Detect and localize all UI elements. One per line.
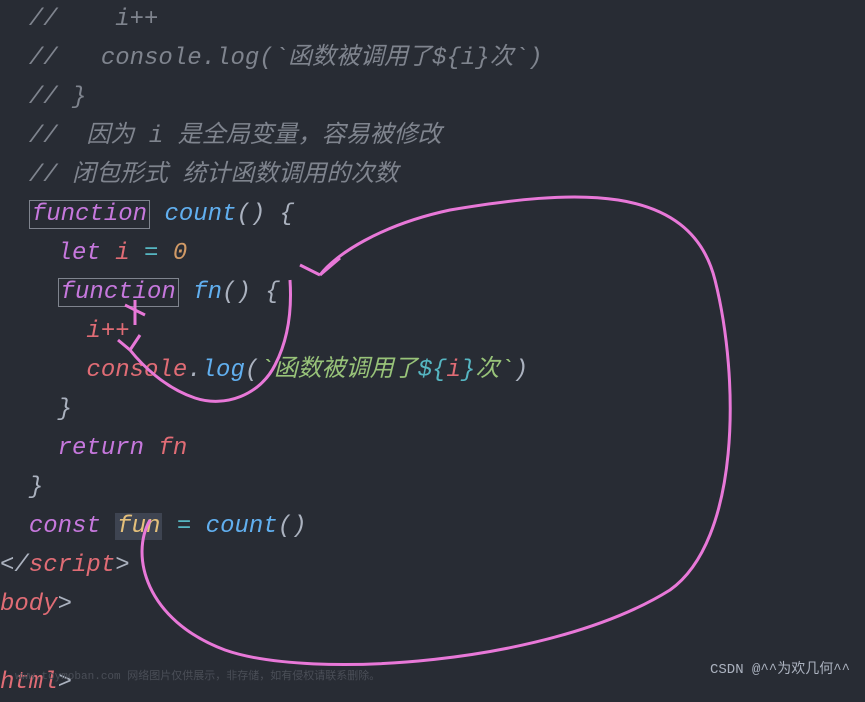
brace: { xyxy=(265,201,294,228)
brace-close: } xyxy=(29,474,43,501)
equals: = xyxy=(177,513,191,540)
log-method: log xyxy=(202,357,245,384)
code-line: // 闭包形式 统计函数调用的次数 xyxy=(0,156,865,195)
console-obj: console xyxy=(86,357,187,384)
keyword-return: return xyxy=(58,435,144,462)
increment: i++ xyxy=(86,318,129,345)
code-line: body> xyxy=(0,585,865,624)
code-line: // i++ xyxy=(0,0,865,39)
code-line: } xyxy=(0,390,865,429)
comment-text: // console.log(`函数被调用了${i}次`) xyxy=(29,45,543,72)
code-line: const fun = count() xyxy=(0,507,865,546)
code-line: function fn() { xyxy=(0,273,865,312)
code-editor: // i++ // console.log(`函数被调用了${i}次`) // … xyxy=(0,0,865,702)
keyword-function-boxed: function xyxy=(58,278,179,307)
footer-watermark: www.toymoban.com 网络图片仅供展示，非存储，如有侵权请联系删除。 xyxy=(15,667,380,683)
code-line: console.log(`函数被调用了${i}次`) xyxy=(0,351,865,390)
csdn-watermark: CSDN @^^为欢几何^^ xyxy=(710,658,850,678)
brace: { xyxy=(251,279,280,306)
dot: . xyxy=(187,357,201,384)
template-close: } xyxy=(461,357,475,384)
code-line: i++ xyxy=(0,312,865,351)
code-line: function count() { xyxy=(0,195,865,234)
variable-i: i xyxy=(115,240,129,267)
backtick: ` xyxy=(499,357,513,384)
script-tag: script xyxy=(29,552,115,579)
body-tag: body xyxy=(0,591,58,618)
code-line: // 因为 i 是全局变量，容易被修改 xyxy=(0,117,865,156)
code-line: </script> xyxy=(0,546,865,585)
comment-text: // } xyxy=(29,84,87,111)
paren-open: ( xyxy=(245,357,259,384)
gt: > xyxy=(58,591,72,618)
string-text: 次 xyxy=(475,357,499,384)
comment-text: // 闭包形式 统计函数调用的次数 xyxy=(29,162,399,189)
parens: () xyxy=(222,279,251,306)
comment-text: // 因为 i 是全局变量，容易被修改 xyxy=(29,123,442,150)
number-zero: 0 xyxy=(173,240,187,267)
template-open: ${ xyxy=(418,357,447,384)
brace-close: } xyxy=(58,396,72,423)
code-line: // } xyxy=(0,78,865,117)
keyword-function-boxed: function xyxy=(29,200,150,229)
equals: = xyxy=(130,240,173,267)
string-text: 函数被调用了 xyxy=(274,357,418,384)
tag-open: </ xyxy=(0,552,29,579)
keyword-const: const xyxy=(29,513,101,540)
code-line: return fn xyxy=(0,429,865,468)
paren-close: ) xyxy=(514,357,528,384)
function-call: count xyxy=(206,513,278,540)
comment-text: // i++ xyxy=(29,6,159,33)
parens: () xyxy=(236,201,265,228)
code-line: // console.log(`函数被调用了${i}次`) xyxy=(0,39,865,78)
backtick: ` xyxy=(259,357,273,384)
return-value: fn xyxy=(158,435,187,462)
function-name: count xyxy=(164,201,236,228)
code-line: } xyxy=(0,468,865,507)
parens: () xyxy=(278,513,307,540)
code-line: let i = 0 xyxy=(0,234,865,273)
gt: > xyxy=(115,552,129,579)
const-fun-selected: fun xyxy=(115,513,162,540)
keyword-let: let xyxy=(58,240,101,267)
function-name: fn xyxy=(193,279,222,306)
template-var: i xyxy=(447,357,461,384)
